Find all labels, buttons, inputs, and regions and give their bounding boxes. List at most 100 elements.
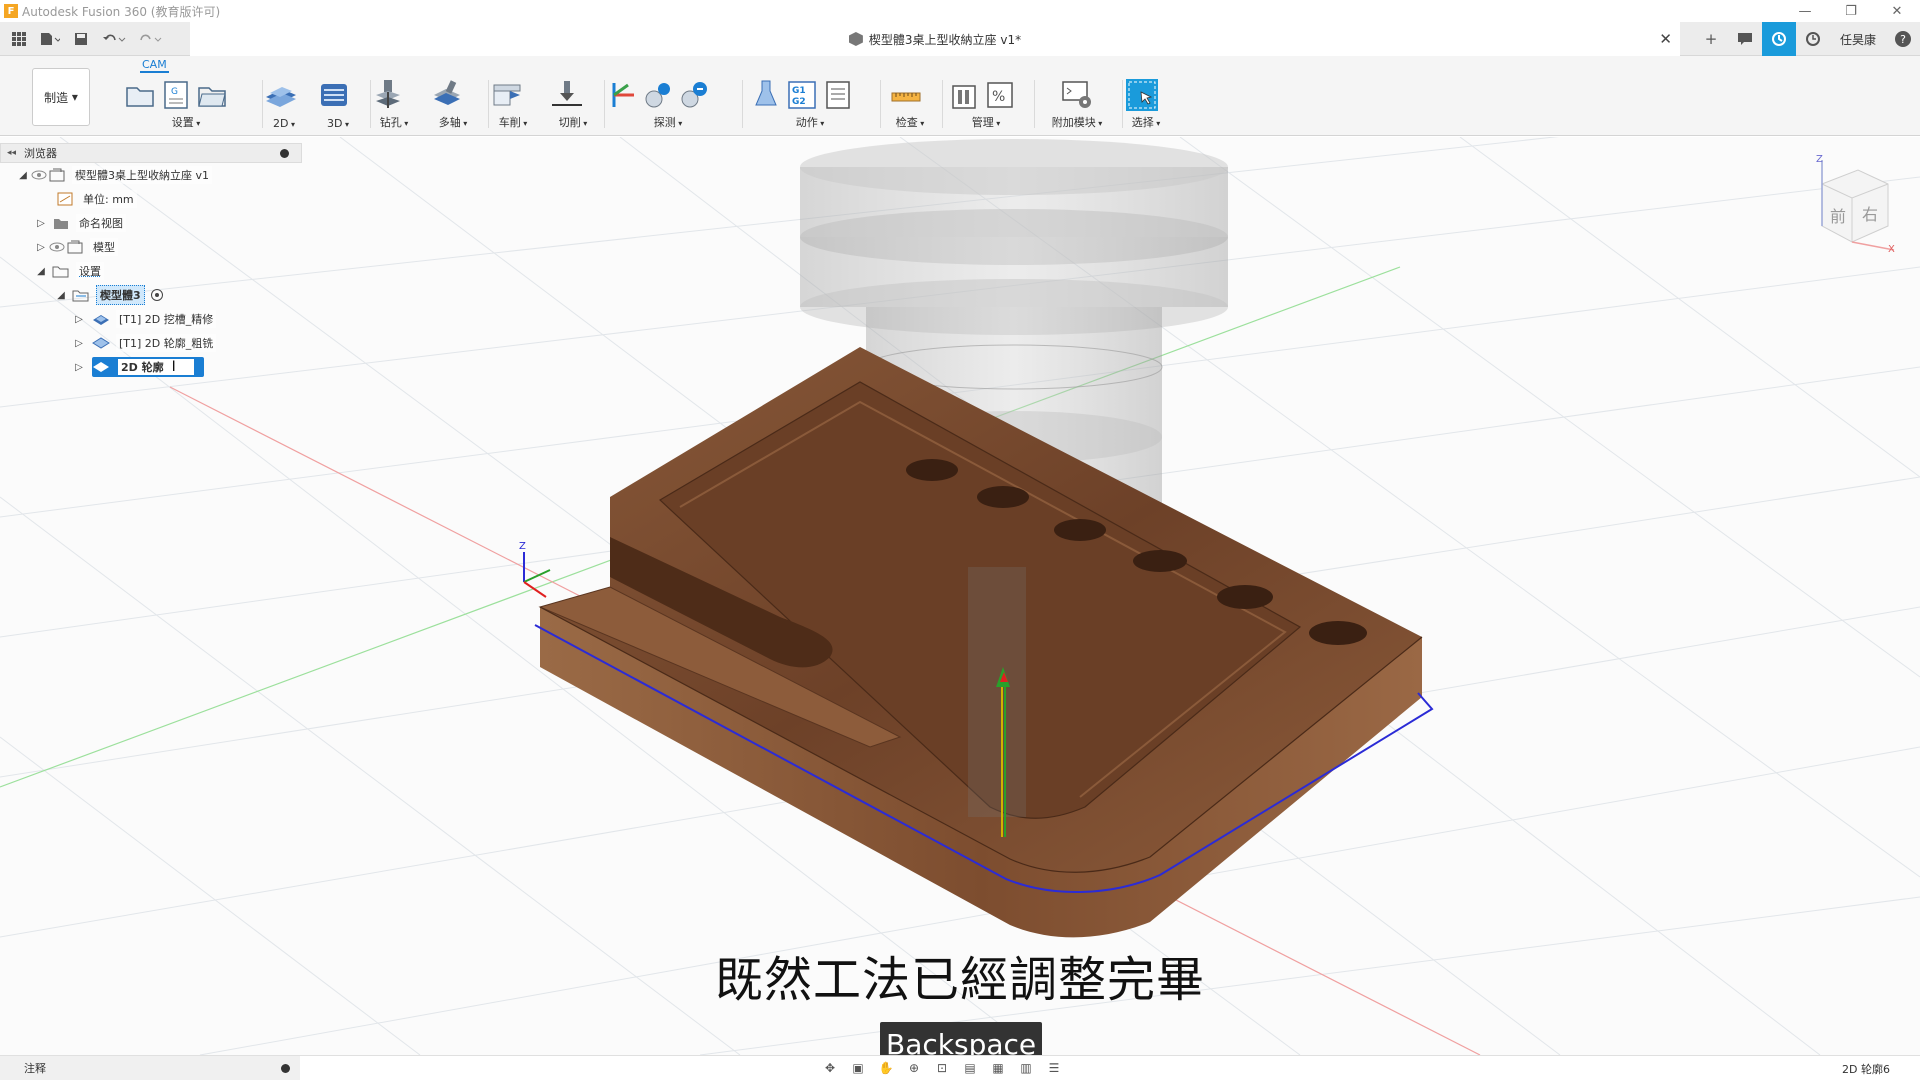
probe-inspect-icon[interactable] (678, 79, 710, 111)
select-group[interactable]: 选择 (1126, 78, 1166, 134)
grid-settings-icon[interactable]: ▦ (986, 1058, 1010, 1078)
multi-axis-group[interactable]: 多轴 (430, 78, 476, 134)
inspect-group-label[interactable]: 检查 (890, 114, 930, 130)
pan-icon[interactable]: ✋ (874, 1058, 898, 1078)
tree-node-operation[interactable]: ▷ [T1] 2D 轮廓_粗铣 (0, 331, 302, 355)
comments-pin-icon[interactable] (281, 1064, 290, 1073)
activate-target-icon[interactable] (150, 289, 163, 301)
addins-group-label[interactable]: 附加模块 (1040, 114, 1114, 130)
multi-axis-group-label[interactable]: 多轴 (430, 114, 476, 130)
tool-library-icon[interactable] (948, 79, 980, 111)
simulate-icon[interactable] (750, 79, 782, 111)
tree-node-operation-editing[interactable]: ▷ 2D 轮廓 I (0, 355, 302, 379)
rename-input[interactable]: 2D 轮廓 (116, 357, 196, 377)
probe-geometry-icon[interactable] (642, 79, 674, 111)
view-settings-icon[interactable]: ☰ (1042, 1058, 1066, 1078)
browser-header[interactable]: ◂◂ 浏览器 (0, 143, 302, 163)
file-menu-button[interactable] (36, 26, 64, 52)
turning-group-label[interactable]: 车削 (490, 114, 536, 130)
multi-axis-icon[interactable] (430, 79, 462, 111)
history-button[interactable] (1796, 22, 1830, 56)
inspect-group[interactable]: 检查 (890, 78, 930, 134)
turning-icon[interactable] (490, 79, 522, 111)
tab-cam[interactable]: CAM (140, 58, 169, 73)
cutting-group[interactable]: 切削 (550, 78, 596, 134)
tree-node-document[interactable]: ◢ 楔型體3桌上型收納立座 v1 (0, 163, 302, 187)
drill-icon[interactable] (372, 79, 404, 111)
setup-folder-icon[interactable] (124, 79, 156, 111)
orbit-icon[interactable]: ✥ (818, 1058, 842, 1078)
3d-group-label[interactable]: 3D (318, 117, 358, 130)
open-folder-icon[interactable] (196, 79, 228, 111)
drilling-group[interactable]: 钻孔 (372, 78, 416, 134)
notifications-button[interactable] (1728, 22, 1762, 56)
collapsed-arrow-icon[interactable]: ▷ (72, 362, 86, 373)
actions-group[interactable]: G1 G2 动作 (750, 78, 870, 134)
tree-node-operation[interactable]: ▷ [T1] 2D 挖槽_精修 (0, 307, 302, 331)
drilling-group-label[interactable]: 钻孔 (372, 114, 416, 130)
2d-pocket-icon[interactable] (264, 79, 296, 111)
probing-group-label[interactable]: 探测 (606, 114, 730, 130)
select-group-label[interactable]: 选择 (1126, 114, 1166, 130)
turning-group[interactable]: 车削 (490, 78, 536, 134)
2d-group-label[interactable]: 2D (264, 117, 304, 130)
undo-button[interactable] (98, 26, 130, 52)
2d-group[interactable]: 2D (264, 78, 304, 134)
addins-group[interactable]: 附加模块 (1040, 78, 1114, 134)
tree-node-setups[interactable]: ◢ 设置 (0, 259, 302, 283)
tree-node-named-views[interactable]: ▷ 命名视图 (0, 211, 302, 235)
user-account-menu[interactable]: 任昊康 (1830, 31, 1886, 48)
viewcube-right-label[interactable]: 右 (1862, 205, 1878, 224)
tree-node-models[interactable]: ▷ 模型 (0, 235, 302, 259)
zoom-window-icon[interactable]: ⊡ (930, 1058, 954, 1078)
minimize-button[interactable]: — (1782, 0, 1828, 22)
tree-node-setup[interactable]: ◢ 楔型體3 (0, 283, 302, 307)
cutting-icon[interactable] (550, 79, 582, 111)
viewcube-front-label[interactable]: 前 (1830, 207, 1846, 226)
expanded-arrow-icon[interactable]: ◢ (34, 266, 48, 277)
manage-group[interactable]: % 管理 (948, 78, 1024, 134)
view-cube[interactable]: 前 右 Z X (1808, 154, 1898, 255)
workspace-switcher[interactable]: 制造 ▾ (32, 68, 90, 126)
close-tab-icon[interactable]: ✕ (1659, 30, 1672, 48)
eye-icon[interactable] (48, 241, 66, 253)
pin-icon[interactable] (280, 149, 289, 158)
collapsed-arrow-icon[interactable]: ▷ (72, 314, 86, 325)
setup-group[interactable]: G 设置 (124, 78, 248, 134)
cutting-group-label[interactable]: 切削 (550, 114, 596, 130)
viewports-icon[interactable]: ▥ (1014, 1058, 1038, 1078)
expanded-arrow-icon[interactable]: ◢ (54, 290, 68, 301)
scripts-addins-icon[interactable] (1061, 79, 1093, 111)
look-at-icon[interactable]: ▣ (846, 1058, 870, 1078)
probe-wcs-icon[interactable] (606, 79, 638, 111)
document-tab[interactable]: 楔型體3桌上型收納立座 v1* ✕ (190, 22, 1680, 56)
redo-button[interactable] (134, 26, 166, 52)
nc-program-icon[interactable]: G (160, 79, 192, 111)
comments-panel[interactable]: 注释 (0, 1056, 300, 1080)
actions-group-label[interactable]: 动作 (750, 114, 870, 130)
help-button[interactable]: ? (1886, 22, 1920, 56)
select-icon[interactable] (1126, 79, 1158, 111)
close-window-button[interactable]: ✕ (1874, 0, 1920, 22)
collapsed-arrow-icon[interactable]: ▷ (34, 242, 48, 253)
job-status-button[interactable] (1761, 22, 1796, 56)
zoom-icon[interactable]: ⊕ (902, 1058, 926, 1078)
restore-button[interactable]: ❐ (1828, 0, 1874, 22)
measure-icon[interactable] (890, 79, 922, 111)
setup-sheet-icon[interactable] (822, 79, 854, 111)
collapsed-arrow-icon[interactable]: ▷ (72, 338, 86, 349)
setup-group-label[interactable]: 设置 (124, 114, 248, 130)
3d-adaptive-icon[interactable] (318, 79, 350, 111)
save-button[interactable] (68, 26, 94, 52)
collapsed-arrow-icon[interactable]: ▷ (34, 218, 48, 229)
display-settings-icon[interactable]: ▤ (958, 1058, 982, 1078)
expanded-arrow-icon[interactable]: ◢ (16, 170, 30, 181)
tree-node-units[interactable]: 单位: mm (0, 187, 302, 211)
post-process-icon[interactable]: G1 G2 (786, 79, 818, 111)
3d-group[interactable]: 3D (318, 78, 358, 134)
collapse-browser-icon[interactable]: ◂◂ (7, 148, 16, 158)
manage-group-label[interactable]: 管理 (948, 114, 1024, 130)
template-library-icon[interactable]: % (984, 79, 1016, 111)
grid-menu-button[interactable] (6, 26, 32, 52)
probing-group[interactable]: 探测 (606, 78, 730, 134)
